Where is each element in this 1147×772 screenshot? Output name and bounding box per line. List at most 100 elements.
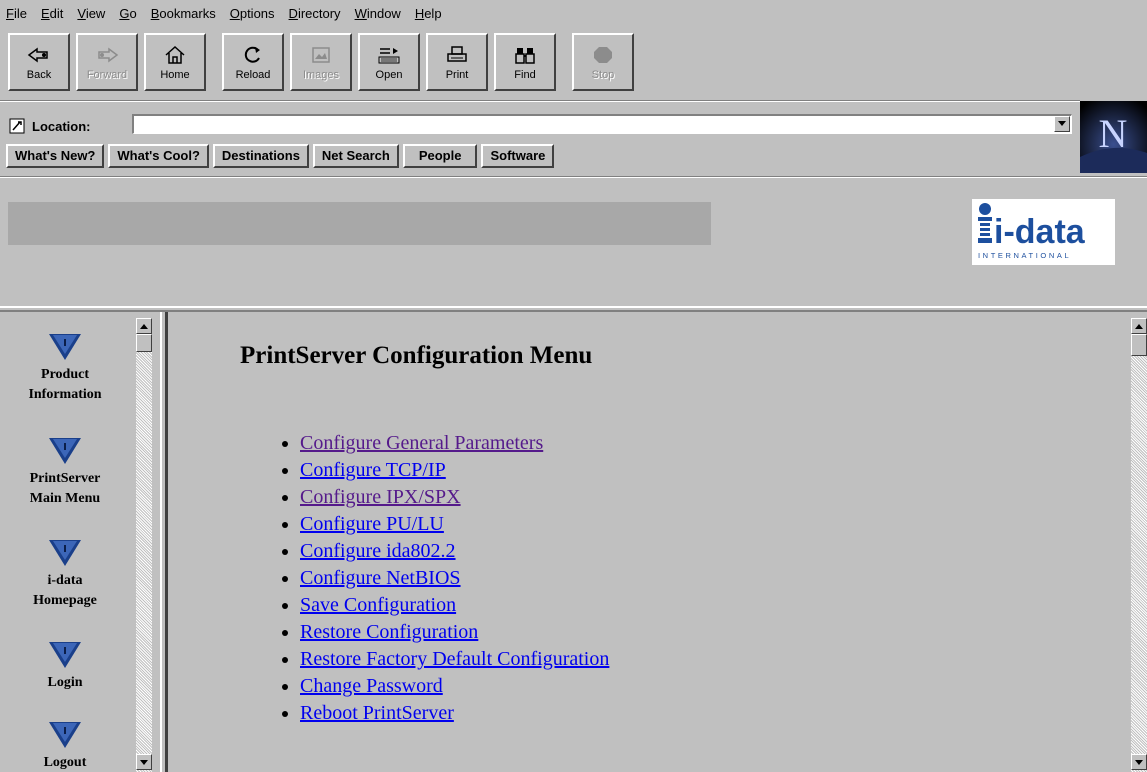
location-bar: Location: bbox=[0, 112, 1080, 140]
menu-file[interactable]: File bbox=[0, 0, 35, 28]
reload-button[interactable]: Reload bbox=[222, 33, 284, 91]
menu-options[interactable]: Options bbox=[224, 0, 283, 28]
scroll-down-button[interactable] bbox=[1131, 754, 1147, 770]
location-label: Location: bbox=[32, 118, 91, 134]
nav-label-line-1: i-data bbox=[47, 573, 83, 588]
save-configuration-link[interactable]: Save Configuration bbox=[300, 594, 456, 616]
nav-triangle-icon bbox=[49, 642, 81, 668]
directory-buttons-bar: What's New? What's Cool? Destinations Ne… bbox=[6, 144, 558, 170]
find-button[interactable]: Find bbox=[494, 33, 556, 91]
stop-label: Stop bbox=[591, 68, 615, 81]
frame-divider-vertical[interactable] bbox=[160, 312, 168, 772]
nav-triangle-icon bbox=[49, 334, 81, 360]
idata-international-logo[interactable]: i-data INTERNATIONAL bbox=[972, 199, 1115, 265]
configure-pu-lu-link[interactable]: Configure PU/LU bbox=[300, 513, 444, 535]
menu-view[interactable]: View bbox=[71, 0, 113, 28]
content-vertical-scrollbar[interactable] bbox=[1131, 318, 1147, 772]
content-frame: PrintServer Configuration Menu Configure… bbox=[168, 312, 1131, 772]
navigation-toolbar: Back Forward Home Reload Images Open Pri… bbox=[8, 33, 640, 95]
nav-triangle-icon bbox=[49, 722, 81, 748]
configure-ida802-2-link[interactable]: Configure ida802.2 bbox=[300, 540, 456, 562]
whats-new-button[interactable]: What's New? bbox=[6, 144, 105, 168]
location-input[interactable] bbox=[132, 114, 1072, 134]
scroll-thumb[interactable] bbox=[136, 334, 152, 352]
scroll-down-button[interactable] bbox=[136, 754, 152, 770]
home-icon bbox=[161, 44, 189, 66]
nav-item-logout[interactable]: Logout bbox=[0, 720, 130, 772]
restore-configuration-link[interactable]: Restore Configuration bbox=[300, 621, 478, 643]
nav-label-line-2: Information bbox=[28, 387, 102, 402]
list-item: Configure PU/LU bbox=[300, 511, 609, 538]
scroll-up-button[interactable] bbox=[136, 318, 152, 334]
chevron-up-icon bbox=[140, 323, 148, 329]
stop-icon bbox=[589, 44, 617, 66]
page-title: PrintServer Configuration Menu bbox=[240, 342, 593, 369]
open-icon bbox=[375, 44, 403, 66]
whats-cool-button[interactable]: What's Cool? bbox=[108, 144, 209, 168]
home-button[interactable]: Home bbox=[144, 33, 206, 91]
change-password-link[interactable]: Change Password bbox=[300, 675, 443, 697]
menu-help[interactable]: Help bbox=[409, 0, 450, 28]
nav-item-printserver-main-menu[interactable]: PrintServer Main Menu bbox=[0, 436, 130, 509]
print-button[interactable]: Print bbox=[426, 33, 488, 91]
banner-frame: i-data INTERNATIONAL bbox=[0, 180, 1147, 306]
list-item: Save Configuration bbox=[300, 592, 609, 619]
idata-logo-subtext: INTERNATIONAL bbox=[978, 251, 1071, 260]
software-button[interactable]: Software bbox=[481, 144, 555, 168]
configure-tcp-ip-link[interactable]: Configure TCP/IP bbox=[300, 459, 446, 481]
netscape-logo[interactable]: N bbox=[1080, 101, 1147, 173]
menu-directory[interactable]: Directory bbox=[283, 0, 349, 28]
forward-arrow-icon bbox=[93, 44, 121, 66]
list-item: Configure General Parameters bbox=[300, 430, 609, 457]
location-dropdown-button[interactable] bbox=[1054, 116, 1070, 132]
home-label: Home bbox=[160, 68, 190, 81]
nav-label-line-2: Main Menu bbox=[29, 491, 101, 506]
list-item: Configure ida802.2 bbox=[300, 538, 609, 565]
chevron-down-icon bbox=[1058, 121, 1066, 126]
scroll-up-button[interactable] bbox=[1131, 318, 1147, 334]
back-label: Back bbox=[26, 68, 52, 81]
navigation-frame: Product Information PrintServer Main Men… bbox=[0, 312, 160, 772]
configuration-link-list: Configure General Parameters Configure T… bbox=[272, 430, 609, 727]
configure-netbios-link[interactable]: Configure NetBIOS bbox=[300, 567, 461, 589]
reload-icon bbox=[239, 44, 267, 66]
people-button[interactable]: People bbox=[402, 144, 478, 168]
menu-edit[interactable]: Edit bbox=[35, 0, 71, 28]
forward-label: Forward bbox=[86, 68, 128, 81]
destinations-button[interactable]: Destinations bbox=[212, 144, 309, 168]
nav-item-idata-homepage[interactable]: i-data Homepage bbox=[0, 538, 130, 611]
back-button[interactable]: Back bbox=[8, 33, 70, 91]
net-search-button[interactable]: Net Search bbox=[312, 144, 399, 168]
nav-label-line-1: Product bbox=[41, 367, 89, 382]
chevron-down-icon bbox=[140, 759, 148, 765]
open-button[interactable]: Open bbox=[358, 33, 420, 91]
reload-label: Reload bbox=[235, 68, 271, 81]
find-binoculars-icon bbox=[511, 44, 539, 66]
idata-logo-text: i-data bbox=[994, 213, 1086, 251]
list-item: Reboot PrintServer bbox=[300, 700, 609, 727]
scroll-thumb[interactable] bbox=[1131, 334, 1147, 356]
stop-button[interactable]: Stop bbox=[572, 33, 634, 91]
menu-go[interactable]: Go bbox=[113, 0, 144, 28]
configure-ipx-spx-link[interactable]: Configure IPX/SPX bbox=[300, 486, 461, 508]
list-item: Restore Factory Default Configuration bbox=[300, 646, 609, 673]
forward-button[interactable]: Forward bbox=[76, 33, 138, 91]
bookmark-quickfile-icon[interactable] bbox=[8, 117, 26, 135]
list-item: Configure IPX/SPX bbox=[300, 484, 609, 511]
configure-general-parameters-link[interactable]: Configure General Parameters bbox=[300, 432, 543, 454]
toolbar-separator bbox=[0, 100, 1080, 102]
nav-label-line-2: Homepage bbox=[33, 593, 97, 608]
images-label: Images bbox=[302, 68, 340, 81]
restore-factory-default-link[interactable]: Restore Factory Default Configuration bbox=[300, 648, 609, 670]
nav-vertical-scrollbar[interactable] bbox=[136, 318, 152, 772]
netscape-n-letter: N bbox=[1099, 111, 1128, 156]
nav-item-login[interactable]: Login bbox=[0, 640, 130, 693]
images-button[interactable]: Images bbox=[290, 33, 352, 91]
reboot-printserver-link[interactable]: Reboot PrintServer bbox=[300, 702, 454, 724]
menu-window[interactable]: Window bbox=[349, 0, 409, 28]
back-arrow-icon bbox=[25, 44, 53, 66]
images-icon bbox=[307, 44, 335, 66]
menu-bookmarks[interactable]: Bookmarks bbox=[145, 0, 224, 28]
list-item: Configure TCP/IP bbox=[300, 457, 609, 484]
nav-item-product-information[interactable]: Product Information bbox=[0, 332, 130, 405]
